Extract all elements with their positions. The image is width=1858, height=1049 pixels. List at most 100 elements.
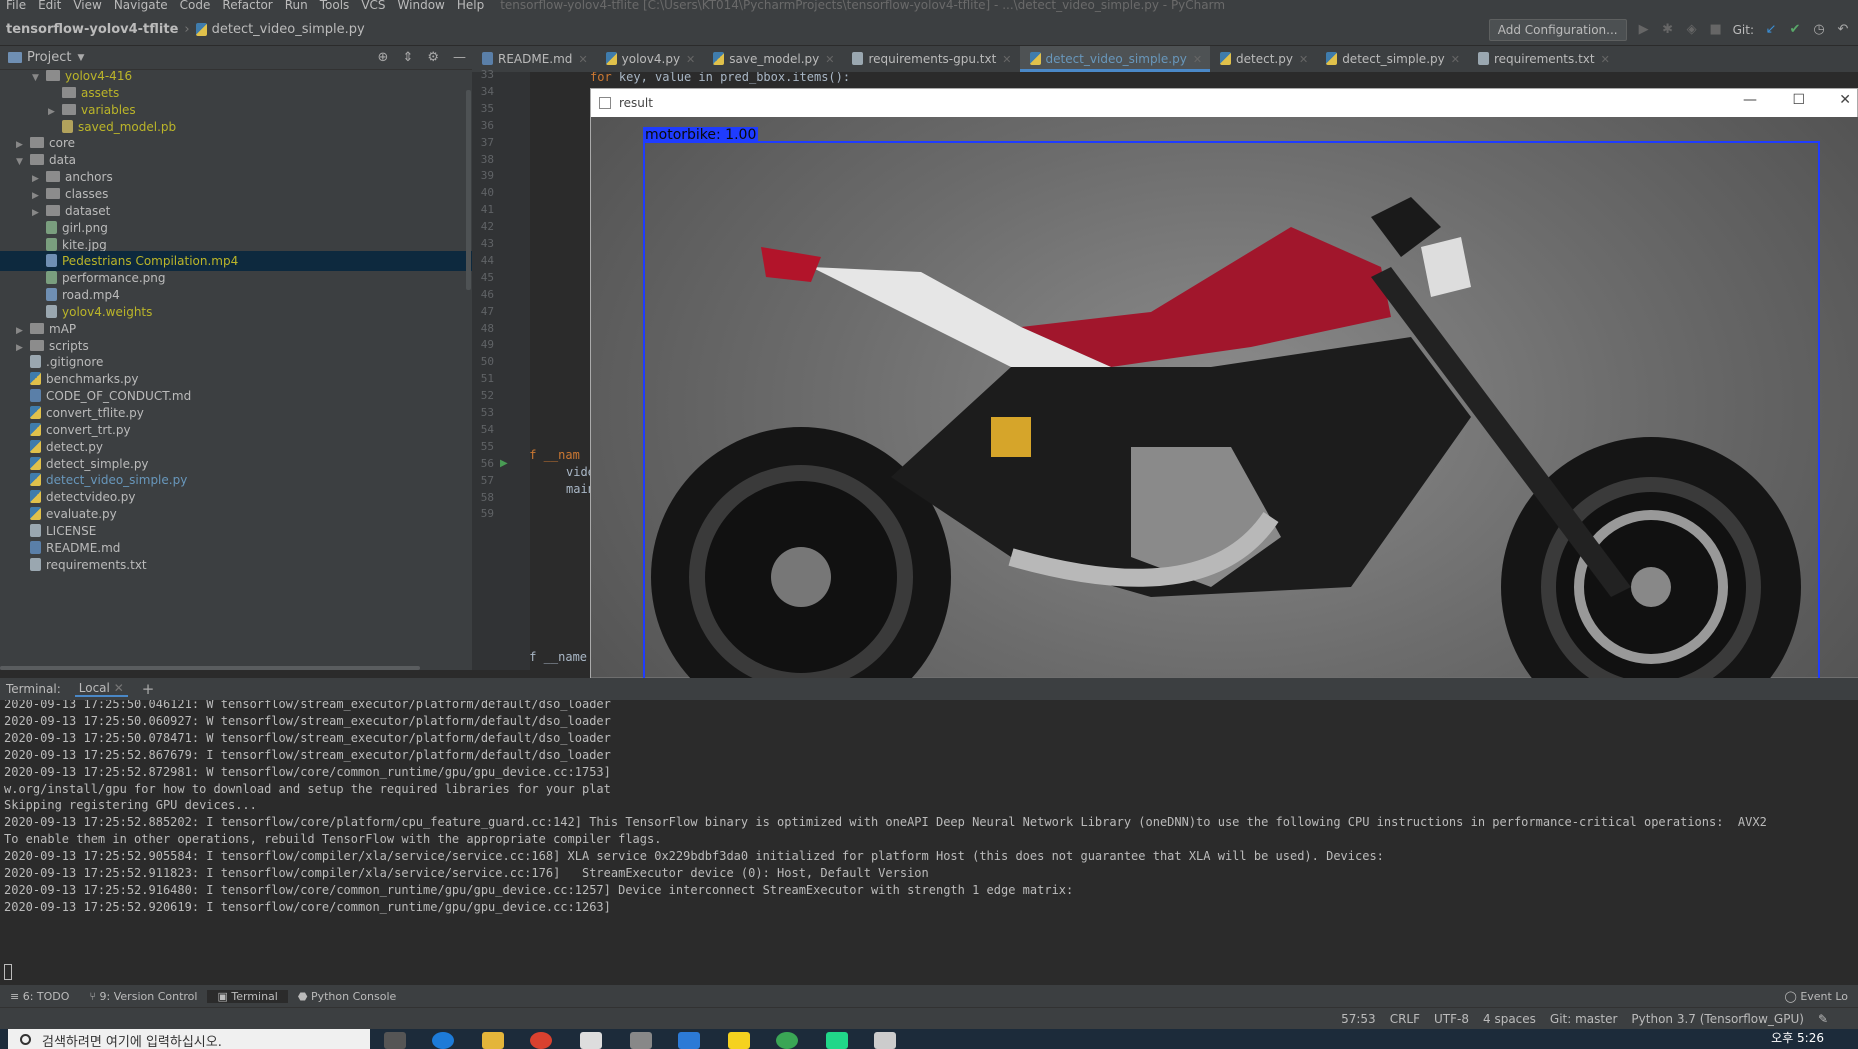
menu-item-window[interactable]: Window: [392, 0, 451, 12]
menu-item-file[interactable]: File: [0, 0, 32, 12]
close-tab-icon[interactable]: ✕: [1451, 53, 1460, 66]
git-update-icon[interactable]: ↙: [1764, 23, 1778, 37]
git-rollback-icon[interactable]: ↶: [1836, 23, 1850, 37]
result-window-titlebar[interactable]: result — ☐ ✕: [591, 89, 1857, 117]
menu-item-code[interactable]: Code: [174, 0, 217, 12]
version-control-tool-button[interactable]: ⑂ 9: Version Control: [79, 990, 207, 1003]
tab-detect-py[interactable]: detect.py ✕: [1210, 46, 1316, 72]
edge-icon[interactable]: [432, 1032, 454, 1049]
breadcrumb-project[interactable]: tensorflow-yolov4-tflite: [0, 22, 178, 37]
close-tab-icon[interactable]: ✕: [1002, 53, 1011, 66]
hide-icon[interactable]: —: [453, 50, 466, 65]
kakaotalk-icon[interactable]: [728, 1032, 750, 1049]
chevron-down-icon[interactable]: ▼: [16, 152, 30, 172]
git-history-icon[interactable]: ◷: [1812, 23, 1826, 37]
tree-item-label: data: [49, 153, 77, 168]
close-tab-icon[interactable]: ✕: [686, 53, 695, 66]
pycharm-icon[interactable]: [826, 1032, 848, 1049]
code-structure-breadcrumb[interactable]: if __name: [530, 650, 587, 664]
mail-icon[interactable]: [678, 1032, 700, 1049]
vertical-scrollbar[interactable]: [466, 90, 471, 290]
folder-icon: [30, 137, 44, 149]
line-number: 51: [480, 372, 494, 386]
maximize-icon[interactable]: ☐: [1792, 92, 1805, 108]
tree-item-label: .gitignore: [46, 355, 104, 370]
tab-save-model-py[interactable]: save_model.py ✕: [703, 46, 842, 72]
taskbar-search[interactable]: 검색하려면 여기에 입력하십시오.: [8, 1029, 370, 1049]
search-icon: [20, 1034, 31, 1045]
close-tab-icon[interactable]: ✕: [1601, 53, 1610, 66]
close-tab-icon[interactable]: ✕: [1193, 53, 1202, 66]
indent-setting[interactable]: 4 spaces: [1483, 1012, 1536, 1026]
lock-icon[interactable]: ✎: [1818, 1012, 1828, 1026]
line-number: 56: [480, 456, 494, 470]
breadcrumb-file[interactable]: detect_video_simple.py: [212, 22, 365, 37]
chrome-icon[interactable]: [530, 1032, 552, 1049]
task-view-icon[interactable]: [384, 1032, 406, 1049]
new-terminal-icon[interactable]: +: [142, 680, 155, 698]
tree-item-requirements-txt[interactable]: requirements.txt: [16, 555, 147, 575]
menu-item-refactor[interactable]: Refactor: [216, 0, 278, 12]
run-gutter-icon[interactable]: ▶: [500, 458, 508, 469]
close-tab-icon[interactable]: ✕: [1299, 53, 1308, 66]
tree-item-label: classes: [65, 186, 109, 201]
project-panel-title[interactable]: Project: [27, 50, 71, 65]
terminal-output[interactable]: 2020-09-13 17:25:50.046121: W tensorflow…: [0, 700, 1858, 985]
git-branch[interactable]: Git: master: [1550, 1012, 1618, 1026]
terminal-line: 2020-09-13 17:25:50.078471: W tensorflow…: [4, 730, 611, 745]
line-number: 35: [480, 101, 494, 115]
file-explorer-icon[interactable]: [482, 1032, 504, 1049]
run-icon[interactable]: ▶: [1637, 23, 1651, 37]
calculator-icon[interactable]: [874, 1032, 896, 1049]
folder-icon: [46, 204, 60, 216]
menu-item-view[interactable]: View: [67, 0, 107, 12]
stop-icon[interactable]: ■: [1709, 23, 1723, 37]
close-tab-icon[interactable]: ✕: [578, 53, 587, 66]
minimize-icon[interactable]: —: [1743, 92, 1757, 108]
line-separator[interactable]: CRLF: [1390, 1012, 1420, 1026]
debug-icon[interactable]: ✱: [1661, 23, 1675, 37]
tab-detect-video-simple-py[interactable]: detect_video_simple.py ✕: [1019, 46, 1211, 72]
python-console-tool-button[interactable]: ⬣ Python Console: [288, 990, 406, 1003]
store-icon[interactable]: [580, 1032, 602, 1049]
menu-item-edit[interactable]: Edit: [32, 0, 67, 12]
todo-tool-button[interactable]: ≡ 6: TODO: [0, 990, 79, 1003]
python-interpreter[interactable]: Python 3.7 (Tensorflow_GPU): [1631, 1012, 1804, 1026]
tab-detect-simple-py[interactable]: detect_simple.py ✕: [1316, 46, 1468, 72]
menu-item-vcs[interactable]: VCS: [355, 0, 391, 12]
md-file-icon: [30, 389, 41, 403]
menu-item-help[interactable]: Help: [451, 0, 490, 12]
tab-requirements-gpu-txt[interactable]: requirements-gpu.txt ✕: [842, 46, 1019, 72]
chevron-down-icon[interactable]: ▼: [77, 53, 84, 63]
tab-yolov4-py[interactable]: yolov4.py ✕: [596, 46, 704, 72]
chevron-down-icon[interactable]: ▼: [32, 70, 46, 88]
locate-icon[interactable]: ⊕: [378, 50, 389, 65]
tree-item-label: mAP: [49, 321, 77, 336]
terminal-tool-button[interactable]: ▣ Terminal: [207, 989, 288, 1003]
file-file-icon: [30, 355, 41, 369]
settings-icon[interactable]: [630, 1032, 652, 1049]
project-panel-header: Project ▼ ⊕ ⇕ ⚙ —: [0, 46, 472, 70]
close-tab-icon[interactable]: ✕: [114, 681, 124, 695]
tab-label: requirements-gpu.txt: [868, 52, 997, 66]
close-tab-icon[interactable]: ✕: [825, 53, 834, 66]
caret-position[interactable]: 57:53: [1341, 1012, 1376, 1026]
taskbar-clock[interactable]: 오후 5:26: [1771, 1029, 1824, 1046]
tab-requirements-txt[interactable]: requirements.txt ✕: [1468, 46, 1618, 72]
menu-item-tools[interactable]: Tools: [314, 0, 356, 12]
app-icon[interactable]: [776, 1032, 798, 1049]
close-icon[interactable]: ✕: [1839, 92, 1851, 108]
terminal-tab-local[interactable]: Local ✕: [74, 681, 128, 697]
collapse-all-icon[interactable]: ⇕: [402, 50, 413, 65]
horizontal-scrollbar[interactable]: [0, 666, 420, 670]
coverage-icon[interactable]: ◈: [1685, 23, 1699, 37]
add-configuration-button[interactable]: Add Configuration...: [1488, 19, 1627, 41]
menu-item-run[interactable]: Run: [279, 0, 314, 12]
file-encoding[interactable]: UTF-8: [1434, 1012, 1469, 1026]
line-number: 54: [480, 422, 494, 436]
code-line-33: for key, value in pred_bbox.items():: [590, 72, 851, 84]
git-commit-icon[interactable]: ✔: [1788, 23, 1802, 37]
menu-item-navigate[interactable]: Navigate: [108, 0, 174, 12]
gear-icon[interactable]: ⚙: [427, 50, 439, 65]
event-log-tool-button[interactable]: ◯ Event Lo: [1775, 990, 1858, 1003]
